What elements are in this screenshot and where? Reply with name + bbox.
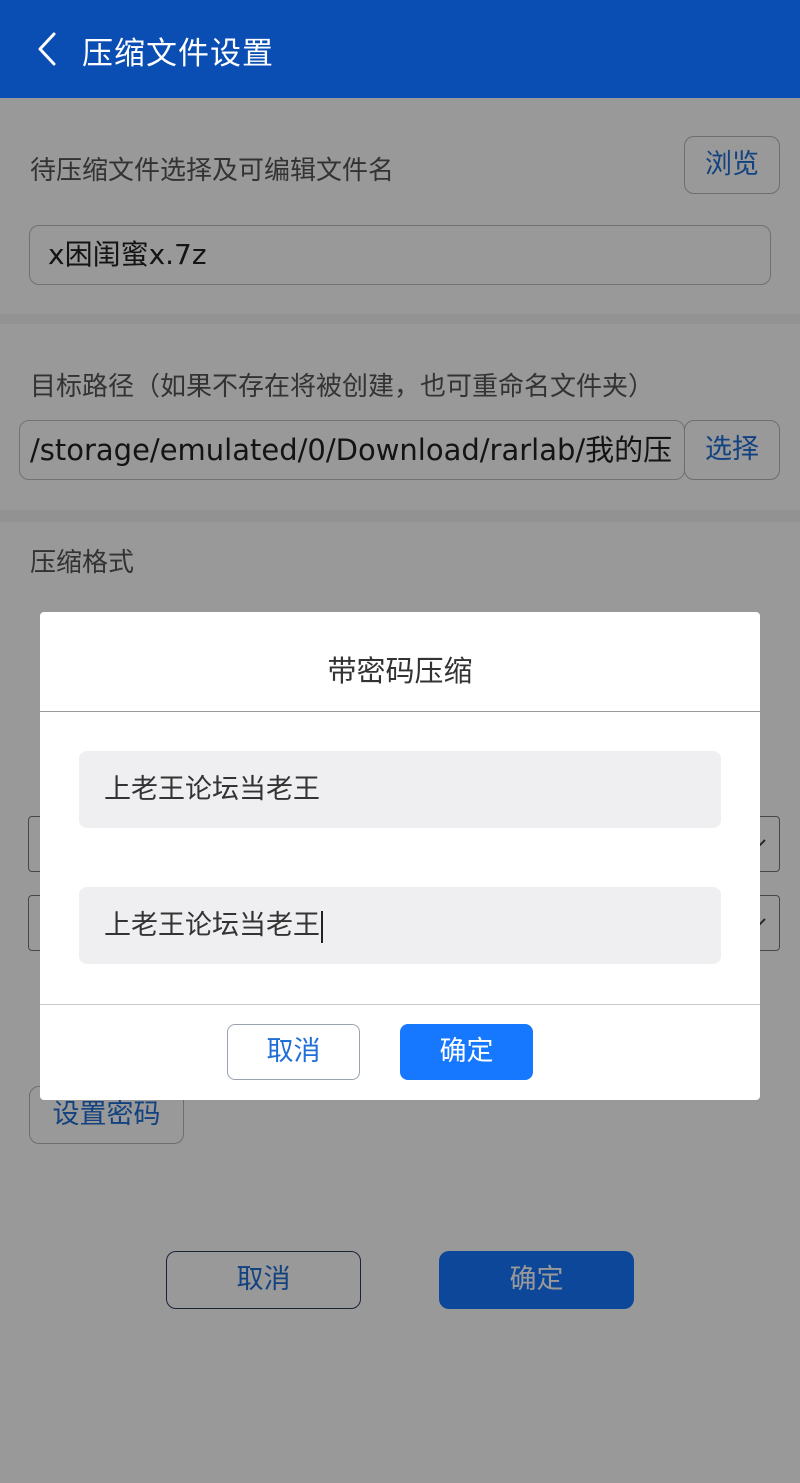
dialog-divider — [40, 711, 760, 712]
dialog-ok-button[interactable]: 确定 — [400, 1024, 533, 1080]
dialog-cancel-button[interactable]: 取消 — [227, 1024, 360, 1080]
dialog-divider — [40, 1004, 760, 1005]
chevron-left-icon[interactable] — [30, 30, 66, 68]
dialog-title: 带密码压缩 — [327, 654, 473, 688]
confirm-password-input[interactable]: 上老王论坛当老王 — [79, 887, 721, 964]
password-input-value: 上老王论坛当老王 — [104, 774, 320, 805]
app-bar: 压缩文件设置 — [0, 0, 800, 98]
password-input[interactable]: 上老王论坛当老王 — [79, 751, 721, 828]
confirm-password-input-value: 上老王论坛当老王 — [104, 910, 320, 941]
text-cursor — [321, 910, 323, 943]
password-dialog: 带密码压缩 上老王论坛当老王 上老王论坛当老王 取消 确定 — [40, 612, 760, 1100]
page-title: 压缩文件设置 — [82, 36, 274, 72]
